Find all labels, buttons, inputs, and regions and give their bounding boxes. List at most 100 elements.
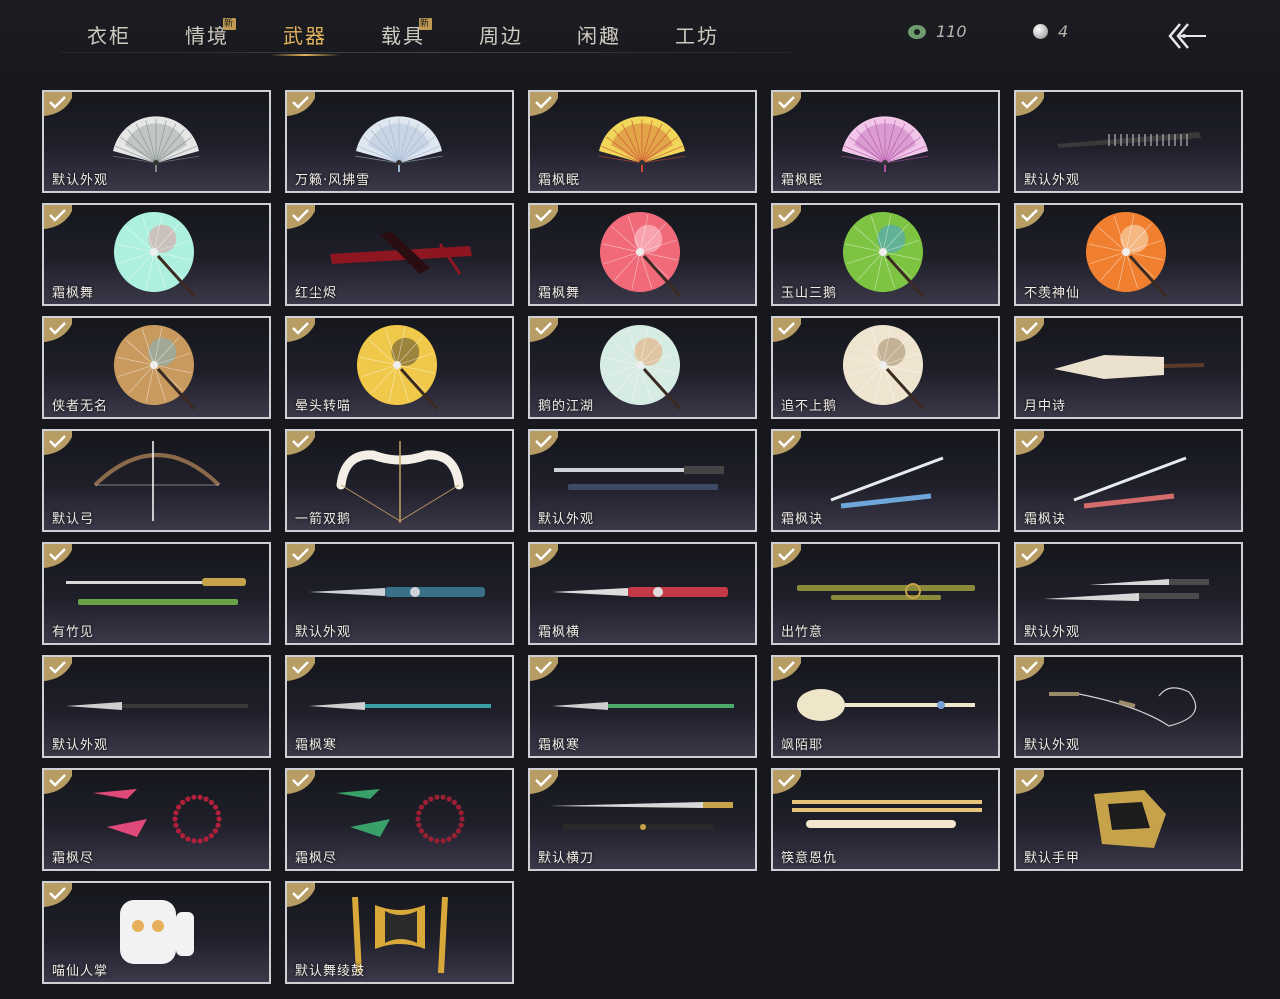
weapon-card[interactable]: 有竹见 — [42, 542, 271, 645]
tab-merch[interactable]: 周边 — [452, 14, 550, 54]
weapon-name: 默认外观 — [52, 738, 109, 753]
weapon-card[interactable]: 霜枫眠 — [528, 90, 757, 193]
weapon-card[interactable]: 月中诗 — [1014, 316, 1243, 419]
pearl-icon — [1033, 24, 1048, 39]
tab-wardrobe[interactable]: 衣柜 — [60, 14, 158, 54]
weapon-name: 出竹意 — [781, 625, 824, 640]
sword-icon — [821, 450, 951, 514]
closed-umbrella-icon — [1044, 347, 1214, 391]
owned-check-icon — [44, 770, 72, 794]
tab-workshop[interactable]: 工坊 — [648, 14, 746, 54]
saber-icon — [543, 794, 743, 848]
weapon-card[interactable]: 默认外观 — [285, 542, 514, 645]
weapon-name: 月中诗 — [1024, 399, 1067, 414]
weapon-name: 追不上鹅 — [781, 399, 838, 414]
fan-icon — [840, 109, 932, 177]
owned-check-icon — [44, 92, 72, 116]
weapon-name: 霜枫眠 — [781, 173, 824, 188]
weapon-card[interactable]: 侠者无名 — [42, 316, 271, 419]
owned-check-icon — [287, 318, 315, 342]
weapon-name: 鹅的江湖 — [538, 399, 595, 414]
weapon-card[interactable]: 默认外观 — [1014, 655, 1243, 758]
weapon-card[interactable]: 霜枫尽 — [285, 768, 514, 871]
weapon-card[interactable]: 飒陌耶 — [771, 655, 1000, 758]
weapon-card[interactable]: 默认外观 — [42, 655, 271, 758]
pearl-currency: 4 — [1033, 22, 1068, 41]
owned-check-icon — [287, 883, 315, 907]
umbrella-icon — [102, 208, 212, 304]
tab-scene[interactable]: 情境新 — [158, 14, 256, 54]
sword-icon — [548, 460, 738, 504]
weapon-card[interactable]: 出竹意 — [771, 542, 1000, 645]
fan-icon — [354, 109, 446, 177]
owned-check-icon — [1016, 770, 1044, 794]
owned-check-icon — [1016, 205, 1044, 229]
weapon-card[interactable]: 默认外观 — [42, 90, 271, 193]
weapon-name: 默认手甲 — [1024, 851, 1081, 866]
sword-icon — [62, 573, 252, 617]
pearl-count: 4 — [1058, 22, 1069, 41]
owned-check-icon — [44, 205, 72, 229]
weapon-name: 霜枫舞 — [538, 286, 581, 301]
tab-mounts[interactable]: 载具新 — [354, 14, 452, 54]
weapon-card[interactable]: 默认弓 — [42, 429, 271, 532]
weapon-card[interactable]: 不羡神仙 — [1014, 203, 1243, 306]
owned-check-icon — [773, 205, 801, 229]
owned-check-icon — [44, 431, 72, 455]
closed-fan-icon — [1049, 126, 1209, 160]
weapon-name: 霜枫横 — [538, 625, 581, 640]
weapon-card[interactable]: 默认横刀 — [528, 768, 757, 871]
owned-check-icon — [287, 205, 315, 229]
jade-currency: 110 — [908, 22, 967, 41]
weapon-card[interactable]: 默认外观 — [1014, 542, 1243, 645]
weapon-name: 霜枫寒 — [295, 738, 338, 753]
weapon-name: 默认外观 — [1024, 173, 1081, 188]
back-button[interactable] — [1166, 16, 1210, 56]
weapon-card[interactable]: 霜枫横 — [528, 542, 757, 645]
weapon-name: 玉山三鹅 — [781, 286, 838, 301]
weapon-name: 筷意恩仇 — [781, 851, 838, 866]
weapon-card[interactable]: 霜枫眠 — [771, 90, 1000, 193]
weapon-card[interactable]: 霜枫舞 — [42, 203, 271, 306]
weapon-card[interactable]: 霜枫舞 — [528, 203, 757, 306]
staff-icon — [791, 681, 981, 735]
weapon-card[interactable]: 默认手甲 — [1014, 768, 1243, 871]
owned-check-icon — [287, 770, 315, 794]
owned-check-icon — [773, 318, 801, 342]
weapon-card[interactable]: 喵仙人掌 — [42, 881, 271, 984]
weapon-card[interactable]: 玉山三鹅 — [771, 203, 1000, 306]
weapon-card[interactable]: 一箭双鹅 — [285, 429, 514, 532]
weapon-card[interactable]: 鹅的江湖 — [528, 316, 757, 419]
weapon-card[interactable]: 万籁·风拂雪 — [285, 90, 514, 193]
bow-icon — [87, 435, 227, 529]
weapon-card[interactable]: 霜枫诀 — [1014, 429, 1243, 532]
weapon-card[interactable]: 筷意恩仇 — [771, 768, 1000, 871]
owned-check-icon — [773, 92, 801, 116]
weapon-card[interactable]: 红尘烬 — [285, 203, 514, 306]
umbrella-icon — [102, 321, 212, 417]
weapon-card[interactable]: 霜枫寒 — [528, 655, 757, 758]
umbrella-icon — [831, 208, 941, 304]
tab-weapons[interactable]: 武器 — [256, 14, 354, 56]
weapon-card[interactable]: 霜枫尽 — [42, 768, 271, 871]
weapon-name: 晕头转喵 — [295, 399, 352, 414]
owned-check-icon — [44, 544, 72, 568]
weapon-name: 不羡神仙 — [1024, 286, 1081, 301]
weapon-name: 默认外观 — [1024, 738, 1081, 753]
weapon-card[interactable]: 默认外观 — [528, 429, 757, 532]
top-bar: 衣柜 情境新 武器 载具新 周边 闲趣 工坊 110 4 — [0, 0, 1280, 74]
weapon-card[interactable]: 追不上鹅 — [771, 316, 1000, 419]
weapon-name: 默认舞绫鼓 — [295, 964, 366, 979]
weapon-card[interactable]: 默认外观 — [1014, 90, 1243, 193]
weapon-card[interactable]: 霜枫诀 — [771, 429, 1000, 532]
weapon-name: 霜枫诀 — [781, 512, 824, 527]
weapon-card[interactable]: 晕头转喵 — [285, 316, 514, 419]
weapon-card[interactable]: 默认舞绫鼓 — [285, 881, 514, 984]
weapon-name: 霜枫寒 — [538, 738, 581, 753]
weapon-name: 飒陌耶 — [781, 738, 824, 753]
weapon-card[interactable]: 霜枫寒 — [285, 655, 514, 758]
owned-check-icon — [44, 318, 72, 342]
tab-leisure[interactable]: 闲趣 — [550, 14, 648, 54]
sword-icon — [305, 578, 495, 612]
weapon-name: 霜枫舞 — [52, 286, 95, 301]
